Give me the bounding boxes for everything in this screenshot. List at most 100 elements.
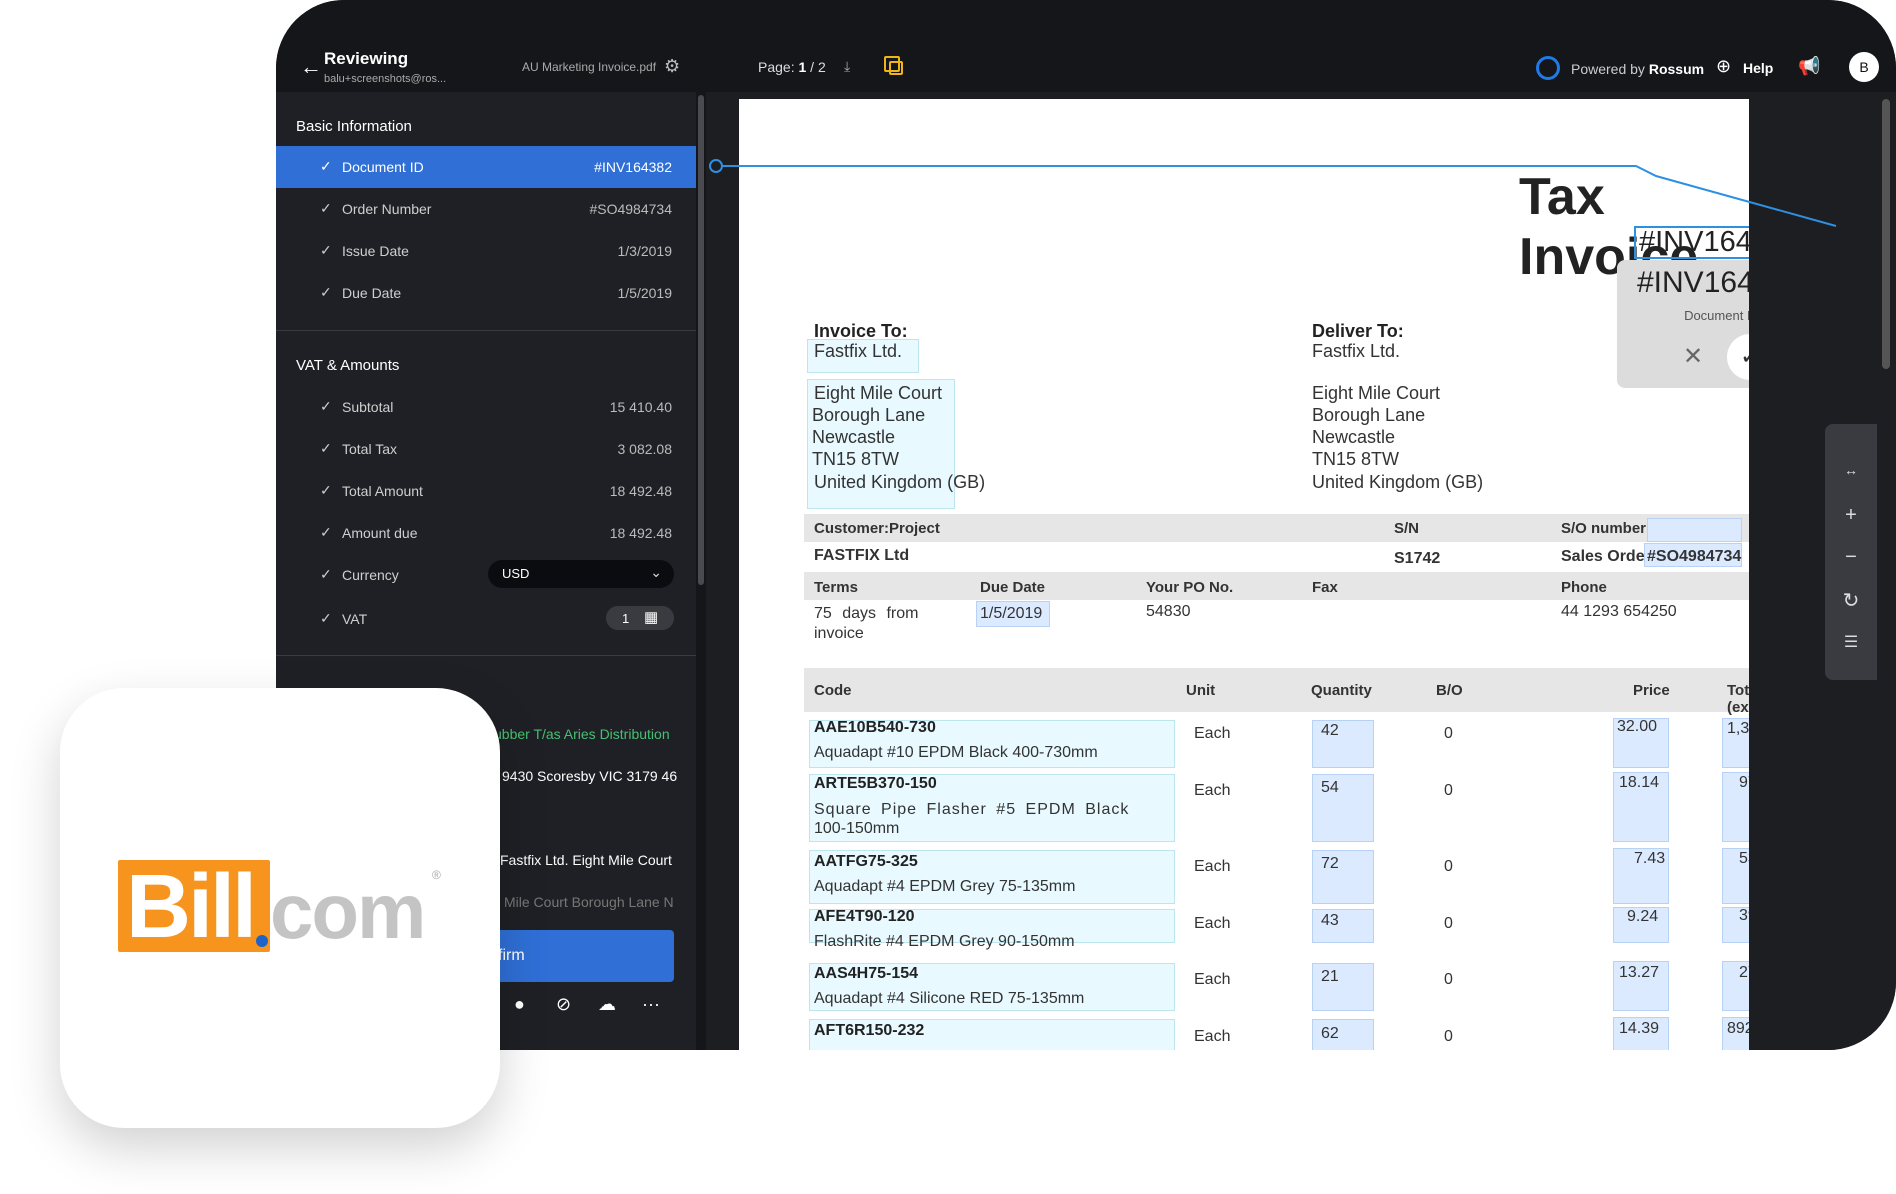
due-date-value[interactable]: 1/5/2019	[980, 605, 1042, 623]
popup-value[interactable]: #INV164382	[1637, 266, 1749, 300]
item-total[interactable]: 1,344.00	[1727, 720, 1749, 738]
field-value[interactable]: 3 082.08	[618, 441, 673, 457]
document-scrollbar[interactable]	[1882, 99, 1890, 369]
megaphone-icon[interactable]: 📢	[1798, 56, 1820, 77]
invoice-to-line[interactable]: Eight Mile Court	[814, 383, 942, 404]
clock-icon[interactable]: ●	[514, 994, 525, 1015]
item-bo[interactable]: 0	[1444, 782, 1453, 800]
invoice-to-line[interactable]: TN15 8TW	[812, 449, 899, 470]
help-link[interactable]: Help	[1743, 60, 1773, 76]
item-price[interactable]: 14.39	[1619, 1020, 1659, 1038]
item-price[interactable]: 7.43	[1634, 850, 1665, 868]
deliver-to-line[interactable]: Newcastle	[1312, 427, 1395, 448]
page-current[interactable]: 1	[798, 59, 806, 75]
item-unit[interactable]: Each	[1194, 725, 1230, 743]
field-value[interactable]: #INV164382	[594, 159, 672, 175]
field-value[interactable]: #SO4984734	[589, 201, 672, 217]
item-price[interactable]: 18.14	[1619, 774, 1659, 792]
item-qty[interactable]: 43	[1321, 912, 1339, 930]
field-row-due-date[interactable]: ✓ Due Date 1/5/2019	[276, 272, 696, 314]
customer-name[interactable]: Fastfix Ltd. Eight Mile Court	[500, 852, 672, 868]
field-row-issue-date[interactable]: ✓ Issue Date 1/3/2019	[276, 230, 696, 272]
item-desc[interactable]: Aquadapt #4 Silicone RED 75-135mm	[814, 990, 1084, 1008]
field-row-total-amount[interactable]: ✓ Total Amount 18 492.48	[276, 470, 696, 512]
deliver-to-line[interactable]: United Kingdom (GB)	[1312, 472, 1483, 493]
invoice-to-line[interactable]: United Kingdom (GB)	[814, 472, 985, 493]
item-price[interactable]: 13.27	[1619, 964, 1659, 982]
field-row-order-number[interactable]: ✓ Order Number #SO4984734	[276, 188, 696, 230]
item-qty[interactable]: 42	[1321, 722, 1339, 740]
item-total[interactable]: 397.32	[1739, 907, 1749, 925]
close-icon[interactable]: ✕	[1683, 342, 1703, 371]
deliver-to-line[interactable]: Fastfix Ltd.	[1312, 341, 1400, 362]
item-desc[interactable]: Aquadapt #4 EPDM Grey 75-135mm	[814, 878, 1075, 896]
item-unit[interactable]: Each	[1194, 971, 1230, 989]
field-row-amount-due[interactable]: ✓ Amount due 18 492.48	[276, 512, 696, 554]
search-text-icon[interactable]: ☰	[1825, 632, 1877, 652]
more-icon[interactable]: ···	[642, 994, 660, 1015]
customer-address[interactable]: Mile Court Borough Lane N	[504, 894, 674, 910]
field-row-document-id[interactable]: ✓ Document ID #INV164382	[276, 146, 696, 188]
reject-icon[interactable]: ⊘	[556, 994, 571, 1015]
deliver-to-line[interactable]: Borough Lane	[1312, 405, 1425, 426]
po-value[interactable]: 54830	[1146, 603, 1191, 621]
zoom-in-icon[interactable]: +	[1825, 504, 1877, 527]
item-unit[interactable]: Each	[1194, 915, 1230, 933]
sn-value[interactable]: S1742	[1394, 550, 1440, 568]
rotate-icon[interactable]: ↻	[1825, 588, 1877, 613]
split-view-icon[interactable]	[884, 56, 903, 75]
deliver-to-line[interactable]: TN15 8TW	[1312, 449, 1399, 470]
item-desc[interactable]: Square Pipe Flasher #5 EPDM Black	[814, 801, 1129, 819]
vendor-address[interactable]: 9430 Scoresby VIC 3179 46	[502, 768, 677, 784]
invoice-to-line[interactable]: Newcastle	[812, 427, 895, 448]
help-globe-icon[interactable]: ⊕	[1716, 56, 1731, 77]
item-code[interactable]: AFT6R150-232	[814, 1022, 924, 1040]
item-bo[interactable]: 0	[1444, 858, 1453, 876]
vat-table-button[interactable]: 1 ▦	[606, 606, 674, 630]
field-value[interactable]: 1/3/2019	[618, 243, 673, 259]
item-unit[interactable]: Each	[1194, 858, 1230, 876]
item-qty[interactable]: 54	[1321, 779, 1339, 797]
document-id-box[interactable]: #INV164382	[1634, 226, 1749, 259]
item-qty[interactable]: 62	[1321, 1025, 1339, 1043]
invoice-to-line[interactable]: Borough Lane	[812, 405, 925, 426]
item-total[interactable]: 979.56	[1739, 774, 1749, 792]
avatar[interactable]: B	[1849, 52, 1879, 82]
item-code[interactable]: AFE4T90-120	[814, 908, 915, 926]
currency-select[interactable]: USD ⌄	[488, 560, 674, 588]
item-total[interactable]: 278.67	[1739, 964, 1749, 982]
page-jump-icon[interactable]: ⤓	[844, 58, 850, 75]
terms-value-2[interactable]: invoice	[814, 625, 864, 643]
fit-width-icon[interactable]: ↔	[1825, 462, 1877, 478]
so-value[interactable]: #SO4984734	[1647, 548, 1741, 566]
item-desc[interactable]: Aquadapt #10 EPDM Black 400-730mm	[814, 744, 1098, 762]
invoice-to-line[interactable]: Fastfix Ltd.	[814, 341, 902, 362]
item-desc[interactable]: FlashRite #4 EPDM Grey 90-150mm	[814, 933, 1075, 951]
item-total[interactable]: 892.18	[1727, 1020, 1749, 1038]
confirm-check-icon[interactable]: ✓	[1727, 334, 1749, 380]
customer-value[interactable]: FASTFIX Ltd	[814, 547, 909, 565]
item-bo[interactable]: 0	[1444, 915, 1453, 933]
zoom-out-icon[interactable]: −	[1825, 546, 1877, 569]
item-code[interactable]: AAS4H75-154	[814, 965, 918, 983]
field-value[interactable]: 1/5/2019	[618, 285, 673, 301]
item-qty[interactable]: 72	[1321, 855, 1339, 873]
terms-value[interactable]: 75 days from	[814, 605, 918, 623]
field-value[interactable]: 18 492.48	[610, 525, 672, 541]
gear-icon[interactable]: ⚙	[664, 56, 680, 77]
item-code[interactable]: ARTE5B370-150	[814, 775, 937, 793]
phone-value[interactable]: 44 1293 654250	[1561, 603, 1677, 621]
back-arrow-icon[interactable]: ←	[300, 56, 322, 78]
item-code[interactable]: AAE10B540-730	[814, 719, 936, 737]
download-icon[interactable]: ☁	[598, 994, 616, 1015]
item-price[interactable]: 32.00	[1617, 718, 1657, 736]
field-value[interactable]: 15 410.40	[610, 399, 672, 415]
item-price[interactable]: 9.24	[1627, 908, 1658, 926]
item-unit[interactable]: Each	[1194, 1028, 1230, 1046]
item-bo[interactable]: 0	[1444, 971, 1453, 989]
item-code[interactable]: AATFG75-325	[814, 853, 918, 871]
vendor-name[interactable]: ubber T/as Aries Distribution	[494, 726, 670, 742]
field-value[interactable]: 18 492.48	[610, 483, 672, 499]
field-row-total-tax[interactable]: ✓ Total Tax 3 082.08	[276, 428, 696, 470]
item-qty[interactable]: 21	[1321, 968, 1339, 986]
